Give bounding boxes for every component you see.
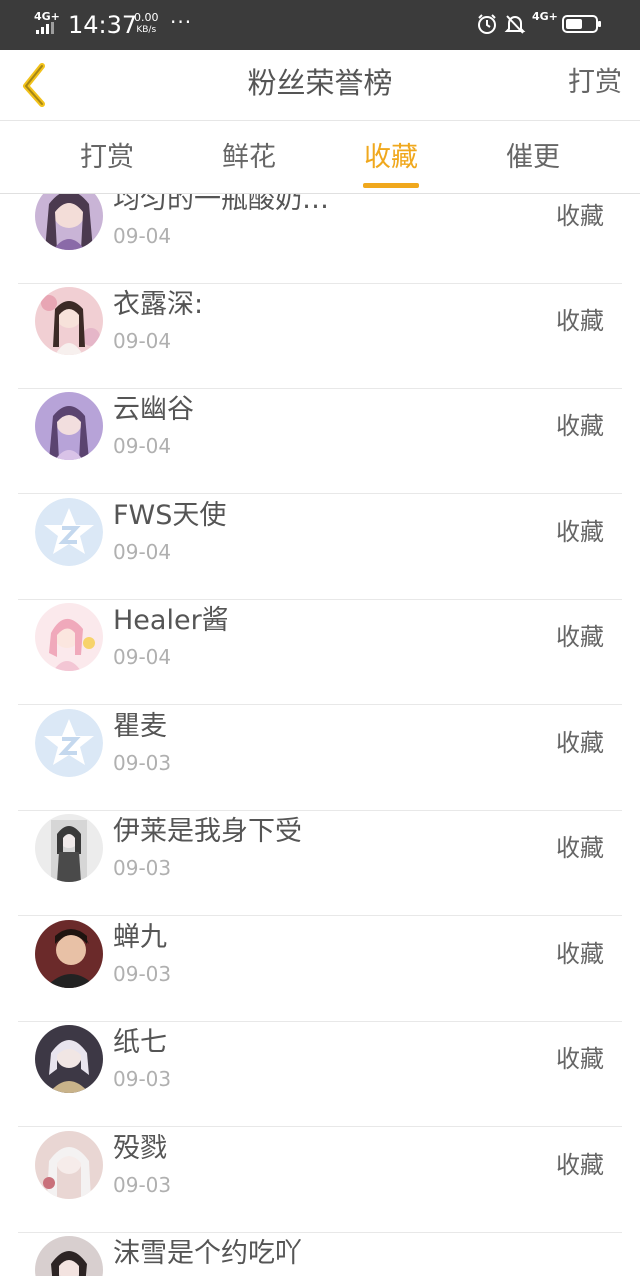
more-notifications-icon: ···	[170, 10, 193, 34]
network-speed: 0.00 KB/s	[134, 12, 159, 36]
fan-action: 收藏	[556, 1151, 604, 1179]
battery-icon	[562, 15, 601, 33]
network-type-label: 4G+	[34, 10, 60, 23]
avatar	[35, 1025, 103, 1093]
tab-bar: 打赏 鲜花 收藏 催更	[0, 121, 640, 194]
list-item[interactable]: 伊莱是我身下受 09-03 收藏	[18, 811, 622, 916]
fan-date: 09-04	[113, 434, 172, 458]
fan-action: 收藏	[556, 623, 604, 651]
fan-date: 09-03	[113, 962, 172, 986]
fan-action: 收藏	[556, 202, 604, 230]
fan-action: 收藏	[556, 307, 604, 335]
network-type-label-2: 4G+	[532, 10, 558, 23]
reward-button[interactable]: 打赏	[568, 50, 622, 116]
tab-reward[interactable]: 打赏	[36, 121, 178, 193]
list-item[interactable]: 衣露深: 09-04 收藏	[18, 284, 622, 389]
fan-name: 纸七	[113, 1027, 167, 1058]
fan-name: 伊莱是我身下受	[113, 816, 302, 847]
fan-name: 殁戮	[113, 1133, 167, 1164]
fan-date: 09-04	[113, 540, 172, 564]
fan-name: 衣露深:	[113, 289, 204, 320]
fan-date: 09-03	[113, 1173, 172, 1197]
fan-action: 收藏	[556, 834, 604, 862]
list-item[interactable]: 均匀的一瓶酸奶… 09-04 收藏	[18, 194, 622, 284]
fan-date: 09-03	[113, 1067, 172, 1091]
tab-flowers[interactable]: 鲜花	[178, 121, 320, 193]
list-item[interactable]: 殁戮 09-03 收藏	[18, 1128, 622, 1233]
avatar	[35, 603, 103, 671]
fan-action: 收藏	[556, 729, 604, 757]
avatar	[35, 1236, 103, 1276]
list-item[interactable]: 蝉九 09-03 收藏	[18, 917, 622, 1022]
bell-muted-icon	[504, 15, 526, 34]
fan-date: 09-04	[113, 645, 172, 669]
fan-action: 收藏	[556, 412, 604, 440]
avatar	[35, 287, 103, 355]
fan-name: 均匀的一瓶酸奶…	[113, 194, 329, 215]
fan-date: 09-04	[113, 329, 172, 353]
network-speed-unit: KB/s	[136, 25, 157, 35]
avatar	[35, 814, 103, 882]
nav-header: 粉丝荣誉榜 打赏	[0, 50, 640, 121]
list-item[interactable]: Healer酱 09-04 收藏	[18, 600, 622, 705]
fan-name: 瞿麦	[113, 711, 167, 742]
list-item[interactable]: 云幽谷 09-04 收藏	[18, 389, 622, 494]
status-bar: 4G+ 14:37 0.00 KB/s ··· 4G+	[0, 0, 640, 50]
fan-name: Healer酱	[113, 605, 229, 636]
avatar	[35, 194, 103, 250]
avatar	[35, 1131, 103, 1199]
list-item[interactable]: FWS天使 09-04 收藏	[18, 495, 622, 600]
fan-action: 收藏	[556, 1045, 604, 1073]
tab-urge-update[interactable]: 催更	[462, 121, 604, 193]
network-speed-value: 0.00	[134, 11, 159, 24]
active-tab-indicator	[363, 183, 419, 188]
page-title: 粉丝荣誉榜	[247, 66, 393, 100]
default-star-avatar	[35, 498, 103, 566]
avatar	[35, 920, 103, 988]
fan-name: 沫雪是个约吃吖	[113, 1238, 302, 1269]
fan-date: 09-04	[113, 224, 172, 248]
fan-date: 09-03	[113, 751, 172, 775]
alarm-icon	[478, 14, 496, 34]
fan-list: 均匀的一瓶酸奶… 09-04 收藏 衣露深: 09-04 收藏 云幽谷 09-0…	[0, 194, 640, 1276]
fan-date: 09-03	[113, 856, 172, 880]
list-item[interactable]: 沫雪是个约吃吖	[18, 1233, 622, 1276]
clock: 14:37	[68, 11, 138, 39]
fan-name: 云幽谷	[113, 394, 194, 425]
default-star-avatar	[35, 709, 103, 777]
signal-icon	[36, 22, 58, 34]
fan-action: 收藏	[556, 940, 604, 968]
list-item[interactable]: 瞿麦 09-03 收藏	[18, 706, 622, 811]
avatar	[35, 392, 103, 460]
list-item[interactable]: 纸七 09-03 收藏	[18, 1022, 622, 1127]
fan-name: 蝉九	[113, 922, 167, 953]
fan-action: 收藏	[556, 518, 604, 546]
fan-name: FWS天使	[113, 500, 227, 531]
